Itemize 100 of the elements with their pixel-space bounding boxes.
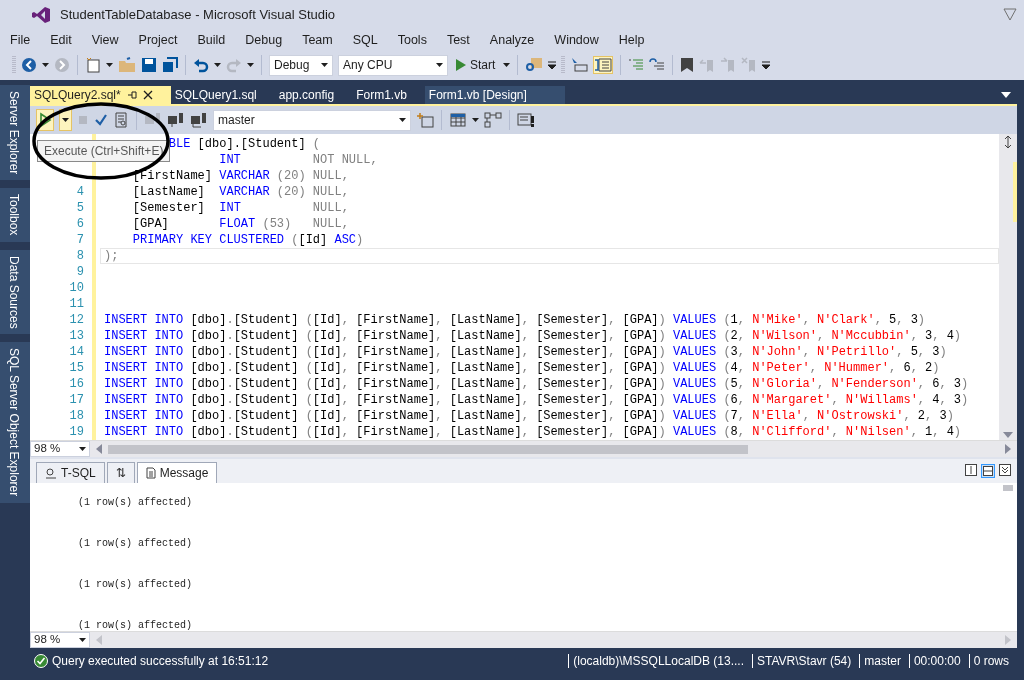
estimated-plan-icon[interactable] (113, 112, 129, 128)
line-number: 18 (69, 409, 84, 423)
line-number: 19 (69, 425, 84, 439)
message-text: (1 row(s) affected) (78, 497, 193, 508)
database-dropdown[interactable]: master (213, 109, 411, 131)
disconnect-icon[interactable] (167, 112, 185, 128)
line-number: 13 (69, 329, 84, 343)
menu-item[interactable]: Help (618, 30, 645, 50)
status-field: (localdb)\MSSQLLocalDB (13.... (568, 653, 748, 668)
document-tab[interactable]: Form1.vb (352, 86, 425, 104)
menu-item[interactable]: Test (446, 30, 470, 50)
scroll-down-icon[interactable] (1003, 432, 1013, 438)
platform-dropdown[interactable]: Any CPU (338, 54, 448, 76)
document-tab[interactable]: Form1.vb [Design] (424, 86, 565, 104)
split-handle-icon[interactable] (1002, 136, 1014, 148)
menu-item[interactable]: View (91, 30, 119, 50)
dropdown-caret-icon[interactable] (106, 63, 113, 67)
new-item-icon[interactable] (85, 57, 101, 73)
bookmark-icon[interactable] (680, 57, 695, 73)
dropdown-caret-icon[interactable] (79, 638, 86, 642)
line-number: 9 (76, 265, 84, 279)
message-text: (1 row(s) affected) (78, 579, 193, 590)
results-grid-icon[interactable] (449, 112, 467, 128)
menu-item[interactable]: Window (554, 30, 599, 50)
save-all-icon[interactable] (162, 57, 178, 73)
start-button[interactable]: Start (453, 54, 499, 76)
parse-check-icon[interactable] (94, 113, 108, 127)
overflow-icon[interactable] (762, 60, 771, 70)
change-connection-icon[interactable] (190, 112, 208, 128)
split-view-icon[interactable] (981, 464, 995, 478)
side-panel-tab[interactable]: Toolbox (0, 188, 30, 242)
scrollbar-thumb[interactable] (108, 444, 748, 454)
dropdown-caret-icon[interactable] (42, 63, 49, 67)
dropdown-caret-icon[interactable] (214, 63, 221, 67)
collapse-pane-icon[interactable] (999, 464, 1011, 476)
menu-item[interactable]: File (10, 30, 31, 50)
code-line: PRIMARY KEY CLUSTERED ([Id] ASC) (131, 233, 364, 247)
line-number: 5 (76, 201, 84, 215)
code-line: INSERT INTO [dbo].[Student] ([Id], [FirstName], [LastName], [Semester], [GPA]) VALUES (7, N'Ella', N'Ostrowski', 2, 3) (104, 409, 954, 423)
close-icon[interactable] (142, 90, 153, 100)
side-panel-tab[interactable]: Data Sources (0, 249, 30, 335)
dropdown-caret-icon[interactable] (79, 447, 86, 451)
dropdown-caret-icon[interactable] (62, 118, 69, 122)
tabbed-view-icon[interactable] (965, 464, 977, 476)
tab-list-dropdown-icon[interactable] (1001, 92, 1011, 98)
overflow-icon[interactable] (548, 60, 557, 70)
scrollbar-change-marker (1013, 162, 1017, 222)
code-line: INSERT INTO [dbo].[Student] ([Id], [FirstName], [LastName], [Semester], [GPA]) VALUES (3, N'John', N'Petrillo', 5, 3) (104, 345, 947, 359)
uncomment-lines-icon[interactable] (649, 57, 666, 73)
menu-item[interactable]: Build (197, 30, 226, 50)
dropdown-caret-icon[interactable] (321, 63, 328, 67)
document-tab[interactable]: SQLQuery2.sql* (30, 86, 171, 104)
results-tab[interactable]: ⇅ (106, 462, 135, 483)
notification-icon[interactable] (1003, 8, 1017, 22)
menu-item[interactable]: SQL (352, 30, 378, 50)
save-icon[interactable] (141, 57, 157, 73)
menu-item[interactable]: Edit (50, 30, 72, 50)
code-line: INSERT INTO [dbo].[Student] ([Id], [FirstName], [LastName], [Semester], [GPA]) VALUES (1, N'Mike', N'Clark', 5, 3) (104, 313, 926, 327)
zoom-dropdown[interactable]: 98 % (30, 441, 90, 457)
execute-icon[interactable] (37, 112, 53, 128)
results-tab[interactable]: Message (136, 462, 218, 483)
back-icon[interactable] (21, 57, 37, 73)
toolbar-grip-icon (12, 55, 16, 75)
scroll-left-icon[interactable] (96, 444, 102, 454)
dropdown-caret-icon[interactable] (247, 63, 254, 67)
find-icon[interactable] (525, 57, 544, 73)
message-text: (1 row(s) affected) (78, 620, 193, 631)
configuration-dropdown[interactable]: Debug (269, 54, 333, 76)
zoom-dropdown[interactable]: 98 % (30, 632, 90, 648)
toolbar-grip-icon (561, 55, 566, 75)
line-number: 10 (69, 281, 84, 295)
menu-item[interactable]: Tools (397, 30, 427, 50)
dropdown-caret-icon[interactable] (503, 63, 511, 67)
menu-item[interactable]: Debug (245, 30, 283, 50)
select-element-icon[interactable] (570, 57, 589, 73)
document-tab[interactable]: SQLQuery1.sql (170, 86, 275, 104)
results-pane-icon[interactable] (517, 112, 535, 128)
menu-item[interactable]: Team (302, 30, 333, 50)
document-tab[interactable]: app.config (274, 86, 353, 104)
scroll-right-icon[interactable] (1005, 444, 1011, 454)
side-panel-tab[interactable]: SQL Server Object Explorer (0, 342, 30, 503)
query-plan-icon[interactable] (484, 112, 502, 128)
menu-item[interactable]: Project (138, 30, 178, 50)
side-panel-tab[interactable]: Server Explorer (0, 85, 30, 181)
dropdown-caret-icon[interactable] (472, 118, 479, 122)
line-number: 7 (76, 233, 84, 247)
results-tab[interactable]: T-SQL (36, 462, 105, 483)
code-list-icon[interactable] (594, 57, 613, 73)
visual-studio-logo-icon (32, 6, 50, 24)
line-number: 8 (76, 249, 84, 263)
status-message: Query executed successfully at 16:51:12 (52, 652, 269, 670)
dropdown-caret-icon[interactable] (399, 118, 406, 122)
scrollbar-thumb[interactable] (1003, 485, 1013, 491)
undo-icon[interactable] (193, 57, 209, 73)
pin-icon[interactable] (126, 90, 137, 100)
status-field: 00:00:00 (908, 653, 965, 668)
menu-item[interactable]: Analyze (489, 30, 535, 50)
status-field: STAVR\Stavr (54) (752, 653, 856, 668)
code-line: [Semester] INT NULL, (131, 201, 349, 215)
dropdown-caret-icon[interactable] (436, 63, 443, 67)
